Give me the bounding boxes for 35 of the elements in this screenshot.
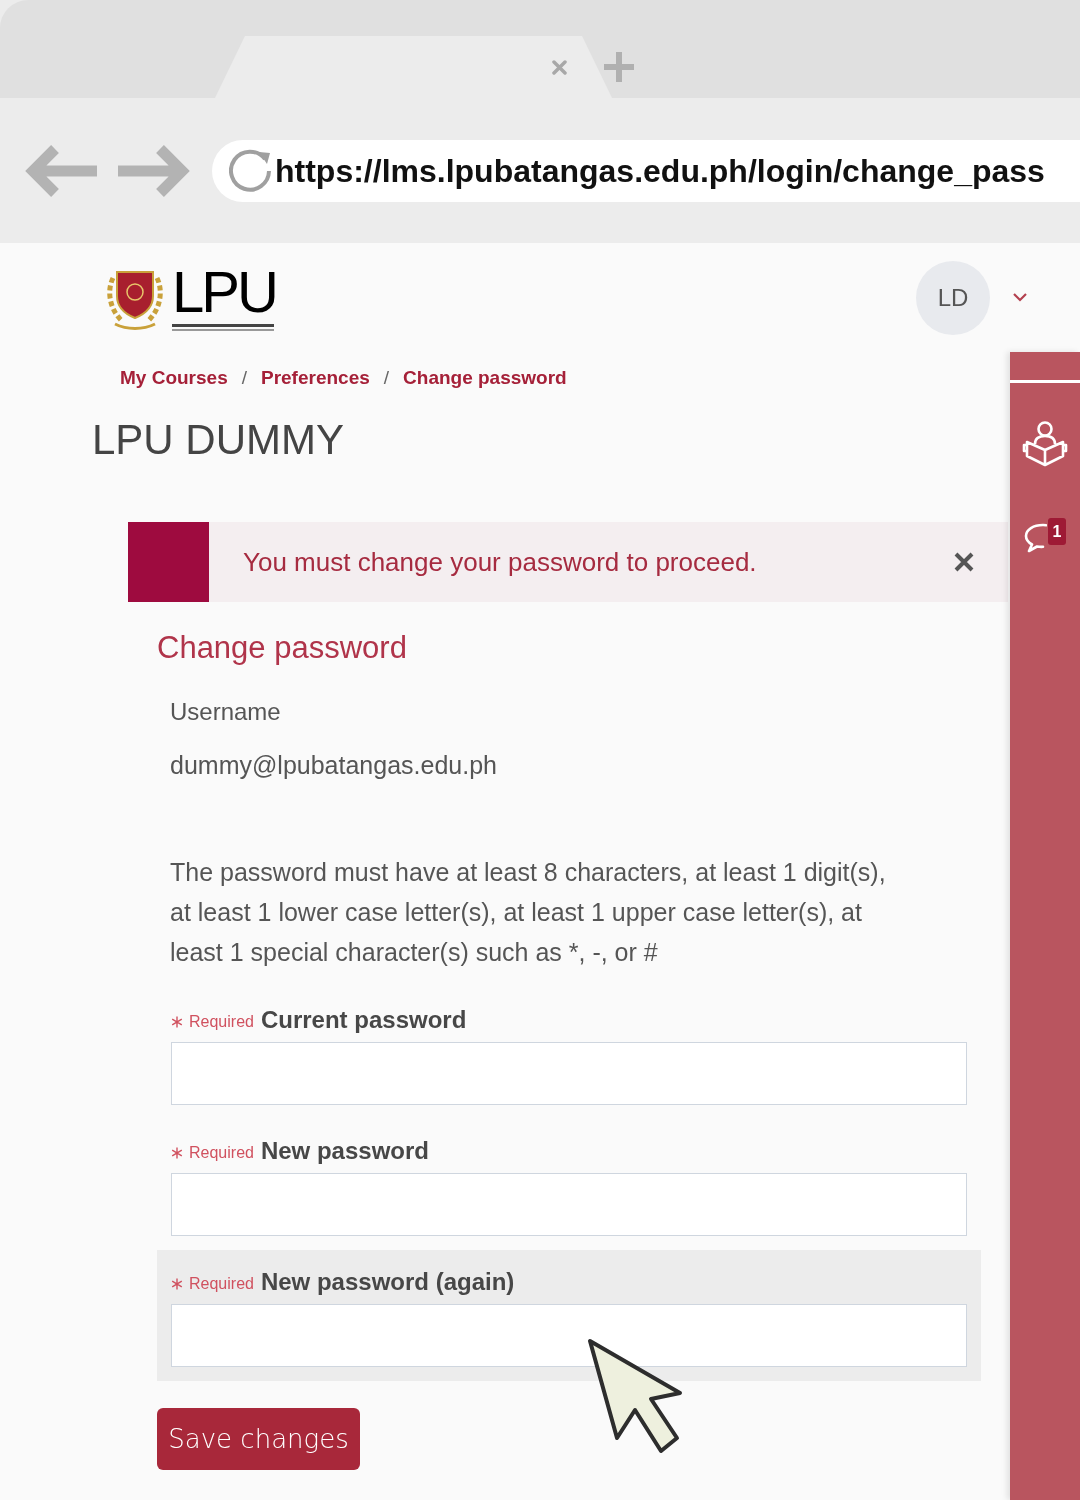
password-field[interactable]: [171, 1304, 967, 1367]
reload-icon[interactable]: [229, 148, 273, 193]
required-label: Required: [189, 1143, 254, 1163]
username-value: dummy@lpubatangas.edu.ph: [170, 750, 497, 781]
close-icon[interactable]: [954, 552, 974, 572]
back-arrow-icon[interactable]: [25, 144, 97, 197]
password-field[interactable]: [171, 1042, 967, 1105]
username-label: Username: [170, 697, 281, 727]
chat-bubble-icon[interactable]: [1024, 523, 1047, 553]
breadcrumb-separator: /: [383, 365, 390, 390]
required-label: Required: [189, 1274, 254, 1294]
form-title: Change password: [157, 629, 407, 667]
breadcrumb-link[interactable]: Preferences: [261, 363, 370, 393]
logo-text: LPU: [172, 262, 276, 321]
chevron-down-icon[interactable]: [1013, 293, 1027, 302]
alert-message: You must change your password to proceed.: [243, 545, 757, 579]
password-rules-text: The password must have at least 8 characters, at least 1 digit(s), at least 1 lower case letter(s), at least 1 upper case letter(s), at least 1 special character(s) such as *, -, or #: [170, 857, 887, 968]
message-count: 1: [1048, 518, 1066, 545]
address-bar[interactable]: https://lms.lpubatangas.edu.ph/login/change_pass: [212, 139, 1080, 202]
forward-arrow-icon[interactable]: [118, 144, 190, 197]
field-label: New password: [260, 1136, 429, 1166]
breadcrumb-link[interactable]: My Courses: [120, 363, 228, 393]
field-label: New password (again): [260, 1267, 515, 1297]
field-label: Current password: [260, 1005, 467, 1035]
required-label: Required: [189, 1012, 254, 1032]
plus-icon[interactable]: [602, 50, 636, 84]
url-text: https://lms.lpubatangas.edu.ph/login/change_pass: [275, 154, 1045, 187]
breadcrumb-link[interactable]: Change password: [403, 363, 567, 393]
user-avatar[interactable]: LD: [916, 260, 990, 335]
book-reader-icon[interactable]: [1021, 420, 1069, 468]
password-field[interactable]: [171, 1173, 967, 1236]
save-changes-button[interactable]: Save changes: [157, 1408, 360, 1470]
breadcrumb-separator: /: [241, 365, 247, 390]
page-title: LPU DUMMY: [92, 415, 345, 465]
mouse-cursor-icon: [586, 1338, 684, 1456]
